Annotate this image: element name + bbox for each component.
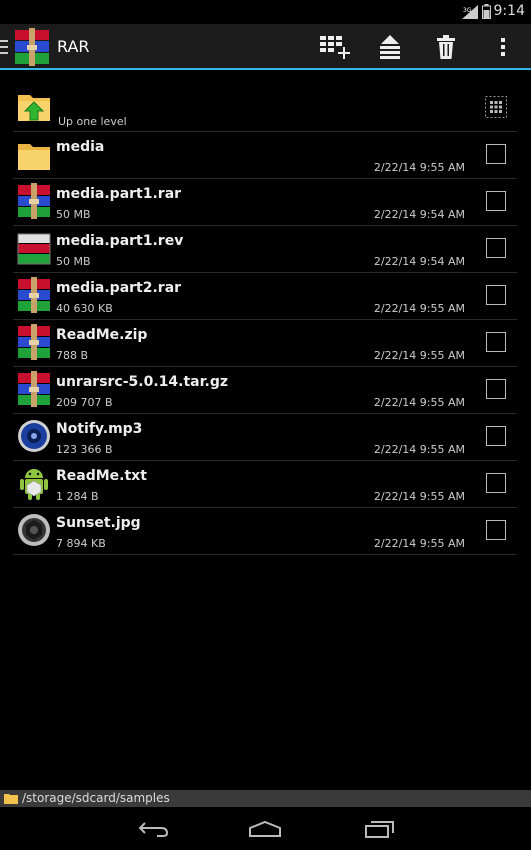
rar-archive-icon xyxy=(18,277,50,313)
drawer-indicator-icon[interactable] xyxy=(0,40,8,54)
back-button[interactable] xyxy=(133,817,173,841)
file-date: 2/22/14 9:55 AM xyxy=(373,443,465,456)
delete-button[interactable] xyxy=(430,32,462,62)
app-title: RAR xyxy=(57,37,90,56)
file-list: Up one level media 2/22/14 9:55 AM media… xyxy=(13,84,517,555)
rar-archive-icon xyxy=(18,183,50,219)
file-name: Notify.mp3 xyxy=(56,421,143,437)
file-size: 1 284 B xyxy=(56,490,99,503)
rev-archive-icon xyxy=(17,233,51,265)
extract-button[interactable] xyxy=(374,32,406,62)
add-to-archive-button[interactable] xyxy=(318,32,350,62)
action-bar-accent-line xyxy=(0,68,531,70)
file-size: 40 630 KB xyxy=(56,302,113,315)
file-size: 50 MB xyxy=(56,208,91,221)
add-archive-icon xyxy=(320,36,350,59)
up-one-level-label: Up one level xyxy=(58,115,127,128)
battery-icon xyxy=(482,4,491,19)
file-checkbox[interactable] xyxy=(486,144,506,164)
folder-icon xyxy=(4,794,18,804)
overflow-menu-button[interactable] xyxy=(487,32,519,62)
list-item[interactable]: Notify.mp3 123 366 B 2/22/14 9:55 AM xyxy=(13,414,517,461)
file-name: ReadMe.txt xyxy=(56,468,147,484)
android-text-icon xyxy=(20,469,48,500)
file-name: media.part1.rev xyxy=(56,233,184,249)
list-item[interactable]: media.part2.rar 40 630 KB 2/22/14 9:55 A… xyxy=(13,273,517,320)
file-name: media xyxy=(56,139,105,155)
file-size: 209 707 B xyxy=(56,396,113,409)
list-item[interactable]: ReadMe.zip 788 B 2/22/14 9:55 AM xyxy=(13,320,517,367)
system-nav-bar xyxy=(0,807,531,850)
winrar-app-icon[interactable] xyxy=(12,27,52,67)
status-bar: 3G 9:14 xyxy=(0,0,531,24)
file-size: 788 B xyxy=(56,349,89,362)
current-path-bar: /storage/sdcard/samples xyxy=(0,790,531,807)
list-item[interactable]: Sunset.jpg 7 894 KB 2/22/14 9:55 AM xyxy=(13,508,517,555)
file-name: media.part2.rar xyxy=(56,280,182,296)
file-date: 2/22/14 9:54 AM xyxy=(373,208,465,221)
extract-icon xyxy=(380,35,400,59)
file-date: 2/22/14 9:54 AM xyxy=(373,255,465,268)
file-date: 2/22/14 9:55 AM xyxy=(373,302,465,315)
file-date: 2/22/14 9:55 AM xyxy=(373,349,465,362)
recent-apps-button[interactable] xyxy=(359,817,399,841)
up-one-level-row[interactable]: Up one level xyxy=(13,84,517,132)
home-icon xyxy=(249,820,281,837)
folder-up-icon xyxy=(18,95,50,121)
file-name: unrarsrc-5.0.14.tar.gz xyxy=(56,374,228,390)
file-name: media.part1.rar xyxy=(56,186,182,202)
file-size: 50 MB xyxy=(56,255,91,268)
list-item[interactable]: media.part1.rar 50 MB 2/22/14 9:54 AM xyxy=(13,179,517,226)
audio-file-icon xyxy=(18,420,50,452)
recent-apps-icon xyxy=(365,821,394,838)
file-checkbox[interactable] xyxy=(486,379,506,399)
file-name: ReadMe.zip xyxy=(56,327,148,343)
clock: 9:14 xyxy=(493,3,525,19)
file-checkbox[interactable] xyxy=(486,238,506,258)
select-all-icon[interactable] xyxy=(485,96,507,118)
file-date: 2/22/14 9:55 AM xyxy=(373,161,465,174)
file-date: 2/22/14 9:55 AM xyxy=(373,396,465,409)
list-item[interactable]: media.part1.rev 50 MB 2/22/14 9:54 AM xyxy=(13,226,517,273)
file-checkbox[interactable] xyxy=(486,426,506,446)
file-size: 123 366 B xyxy=(56,443,113,456)
file-checkbox[interactable] xyxy=(486,191,506,211)
image-file-icon xyxy=(18,514,50,546)
action-bar: RAR xyxy=(0,24,531,70)
status-icons: 3G xyxy=(462,4,491,19)
home-button[interactable] xyxy=(245,817,285,841)
file-date: 2/22/14 9:55 AM xyxy=(373,537,465,550)
file-checkbox[interactable] xyxy=(486,285,506,305)
current-path: /storage/sdcard/samples xyxy=(22,791,170,805)
rar-archive-icon xyxy=(18,324,50,360)
more-vertical-icon xyxy=(501,38,505,56)
list-item[interactable]: unrarsrc-5.0.14.tar.gz 209 707 B 2/22/14… xyxy=(13,367,517,414)
file-checkbox[interactable] xyxy=(486,332,506,352)
file-date: 2/22/14 9:55 AM xyxy=(373,490,465,503)
folder-icon xyxy=(18,144,50,170)
file-name: Sunset.jpg xyxy=(56,515,141,531)
svg-text:3G: 3G xyxy=(463,7,472,14)
back-icon xyxy=(138,822,169,837)
list-item[interactable]: ReadMe.txt 1 284 B 2/22/14 9:55 AM xyxy=(13,461,517,508)
file-size: 7 894 KB xyxy=(56,537,106,550)
rar-archive-icon xyxy=(18,371,50,407)
signal-icon: 3G xyxy=(462,5,478,19)
list-item[interactable]: media 2/22/14 9:55 AM xyxy=(13,132,517,179)
trash-icon xyxy=(437,35,455,59)
file-checkbox[interactable] xyxy=(486,473,506,493)
file-checkbox[interactable] xyxy=(486,520,506,540)
